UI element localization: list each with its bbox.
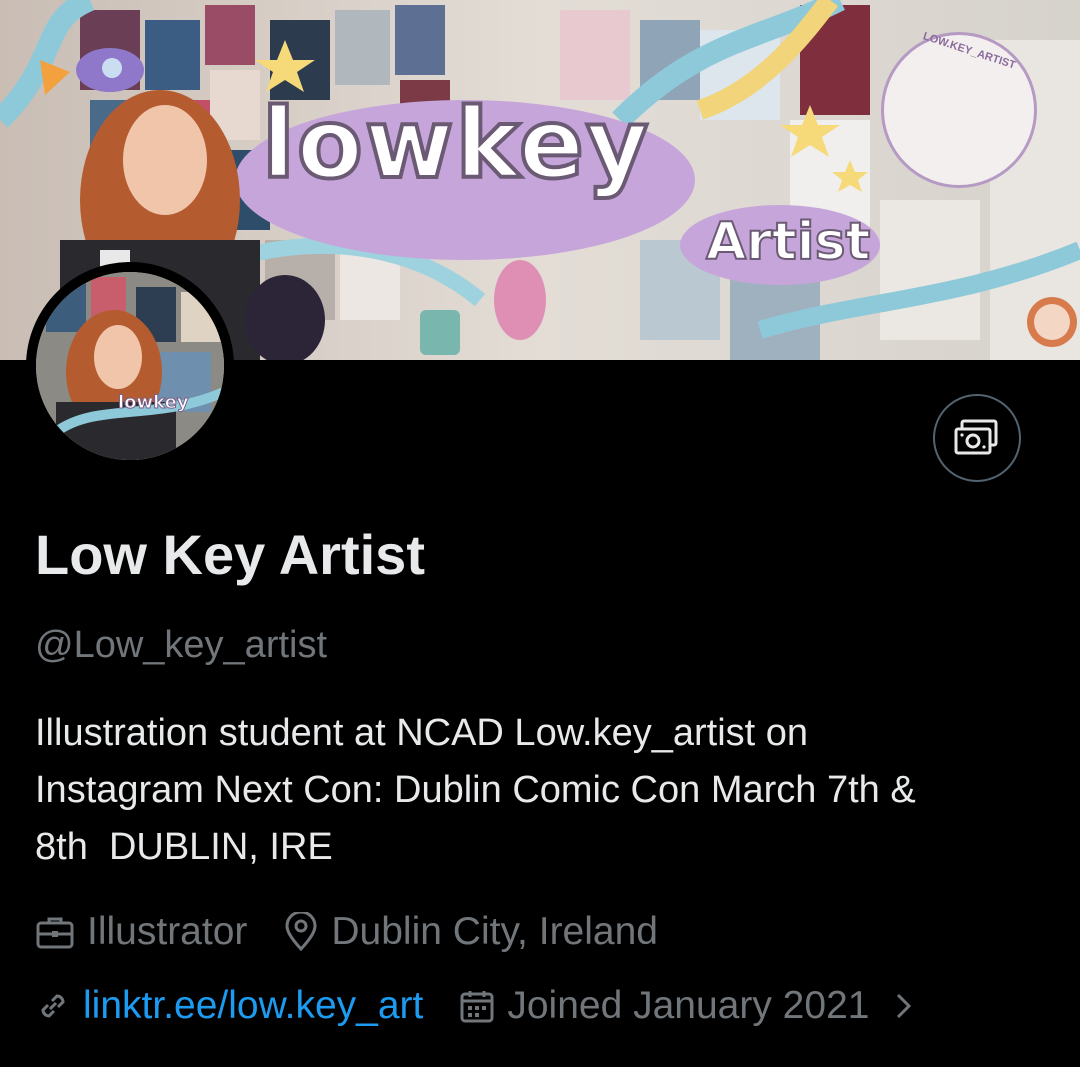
profession-item: Illustrator [35,910,247,954]
website-item[interactable]: linktr.ee/low.key_art [35,984,423,1028]
website-link[interactable]: linktr.ee/low.key_art [83,984,423,1028]
location-item: Dublin City, Ireland [283,910,658,954]
location-pin-icon [285,912,317,952]
profile-meta-row: Illustrator Dublin City, Ireland [35,910,658,954]
banner-title: lowkey [260,86,651,202]
avatar-logo-text: lowkey [118,392,190,414]
calendar-icon [460,991,494,1023]
link-icon [41,994,65,1018]
avatar-image [36,272,224,460]
banner-subtitle: Artist [705,211,871,273]
banner-logo-badge [881,32,1037,188]
profile-meta-row: linktr.ee/low.key_art Joined January 202… [35,984,915,1028]
tips-button[interactable] [933,394,1021,482]
joined-item: Joined January 2021 [459,984,869,1028]
display-name: Low Key Artist [35,523,425,586]
location-text: Dublin City, Ireland [331,910,658,953]
money-icon [954,419,998,455]
profession-text: Illustrator [87,910,248,953]
profile-bio: Illustration student at NCAD Low.key_art… [35,712,916,868]
chevron-right-icon[interactable] [893,991,915,1021]
briefcase-icon [36,917,74,949]
profile-handle: @Low_key_artist [35,624,328,666]
profile-avatar[interactable] [26,262,234,470]
joined-text: Joined January 2021 [507,984,870,1027]
